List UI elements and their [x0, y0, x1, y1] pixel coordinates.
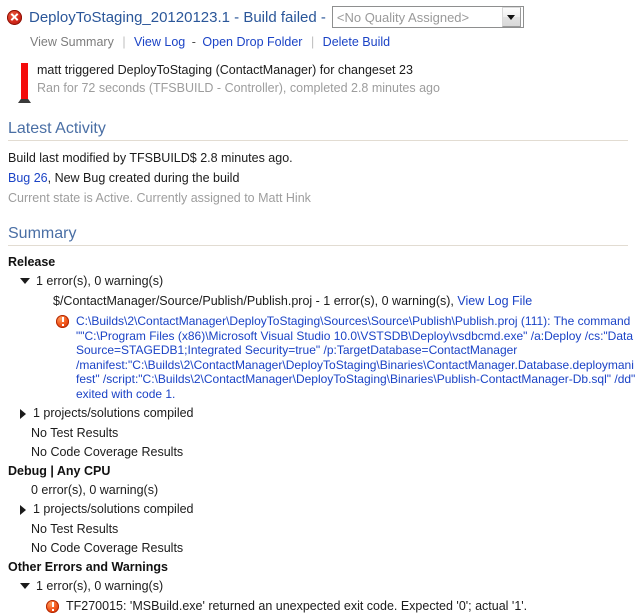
trigger-text: matt triggered DeployToStaging (ContactM…: [37, 63, 440, 95]
error-exclamation-icon: [46, 600, 59, 613]
triangle-down-icon[interactable]: [20, 583, 30, 589]
red-status-bar-icon: [17, 63, 37, 103]
build-quality-value: <No Quality Assigned>: [336, 9, 470, 25]
config-header-debug: Debug | Any CPU: [8, 464, 111, 478]
debug-error-counts: 0 error(s), 0 warning(s): [31, 483, 159, 497]
status-bar-base-shape: [18, 99, 31, 103]
release-error-message[interactable]: C:\Builds\2\ContactManager\DeployToStagi…: [76, 314, 636, 401]
config-header-release: Release: [8, 255, 56, 269]
other-errors-counts-row[interactable]: 1 error(s), 0 warning(s): [8, 579, 636, 594]
summary-heading: Summary: [8, 225, 628, 246]
caret-shape: [507, 14, 516, 20]
triangle-right-icon[interactable]: [20, 409, 26, 419]
latest-activity-heading: Latest Activity: [8, 120, 628, 141]
trigger-summary-line: matt triggered DeployToStaging (ContactM…: [37, 63, 413, 77]
build-last-modified: Build last modified by TFSBUILD$ 2.8 min…: [8, 151, 293, 165]
release-compiled-count: 1 projects/solutions compiled: [33, 406, 194, 420]
latest-activity-body: Build last modified by TFSBUILD$ 2.8 min…: [8, 151, 636, 205]
release-project-line: $/ContactManager/Source/Publish/Publish.…: [8, 294, 636, 308]
debug-test-results: No Test Results: [31, 522, 119, 536]
debug-compiled-count: 1 projects/solutions compiled: [33, 502, 194, 516]
page-title: DeployToStaging_20120123.1 - Build faile…: [29, 8, 326, 26]
triangle-right-icon[interactable]: [20, 505, 26, 515]
delete-build-link[interactable]: Delete Build: [323, 35, 390, 49]
build-quality-select[interactable]: <No Quality Assigned>: [331, 6, 524, 28]
release-project-text: $/ContactManager/Source/Publish/Publish.…: [53, 294, 454, 308]
chevron-down-icon[interactable]: [501, 7, 521, 27]
separator: |: [122, 35, 126, 49]
status-bar-shape: [21, 63, 28, 99]
bug-link[interactable]: Bug 26: [8, 171, 48, 185]
error-exclamation-icon: [56, 315, 69, 328]
other-errors-detail-row: TF270015: 'MSBuild.exe' returned an unex…: [8, 599, 636, 614]
build-header: DeployToStaging_20120123.1 - Build faile…: [0, 0, 636, 29]
open-drop-folder-link[interactable]: Open Drop Folder: [202, 35, 302, 49]
debug-coverage-results: No Code Coverage Results: [31, 541, 184, 555]
debug-compiled-row[interactable]: 1 projects/solutions compiled: [8, 502, 636, 517]
error-circle-icon: [7, 9, 22, 25]
build-trigger-info: matt triggered DeployToStaging (ContactM…: [17, 63, 636, 103]
bug-state: Current state is Active. Currently assig…: [8, 191, 311, 205]
separator: |: [310, 35, 315, 49]
bug-description: , New Bug created during the build: [47, 171, 240, 185]
other-error-message: TF270015: 'MSBuild.exe' returned an unex…: [66, 599, 528, 613]
trigger-duration-line: Ran for 72 seconds (TFSBUILD - Controlle…: [37, 81, 440, 95]
summary-body: Release 1 error(s), 0 warning(s) $/Conta…: [8, 255, 636, 614]
separator-dash: -: [191, 35, 196, 49]
view-summary-link[interactable]: View Summary: [30, 35, 114, 49]
bug-line: Bug 26, New Bug created during the build: [8, 171, 636, 185]
view-log-file-link[interactable]: View Log File: [457, 294, 532, 308]
other-errors-counts: 1 error(s), 0 warning(s): [36, 579, 164, 593]
release-compiled-row[interactable]: 1 projects/solutions compiled: [8, 406, 636, 421]
release-error-counts-row[interactable]: 1 error(s), 0 warning(s): [8, 274, 636, 289]
release-coverage-results: No Code Coverage Results: [31, 445, 184, 459]
release-error-detail-row: C:\Builds\2\ContactManager\DeployToStagi…: [8, 314, 636, 401]
view-log-link[interactable]: View Log: [134, 35, 185, 49]
triangle-down-icon[interactable]: [20, 278, 30, 284]
build-actions-toolbar: View Summary | View Log - Open Drop Fold…: [0, 29, 636, 49]
other-errors-header: Other Errors and Warnings: [8, 560, 168, 574]
release-error-counts: 1 error(s), 0 warning(s): [36, 274, 164, 288]
release-test-results: No Test Results: [31, 426, 119, 440]
